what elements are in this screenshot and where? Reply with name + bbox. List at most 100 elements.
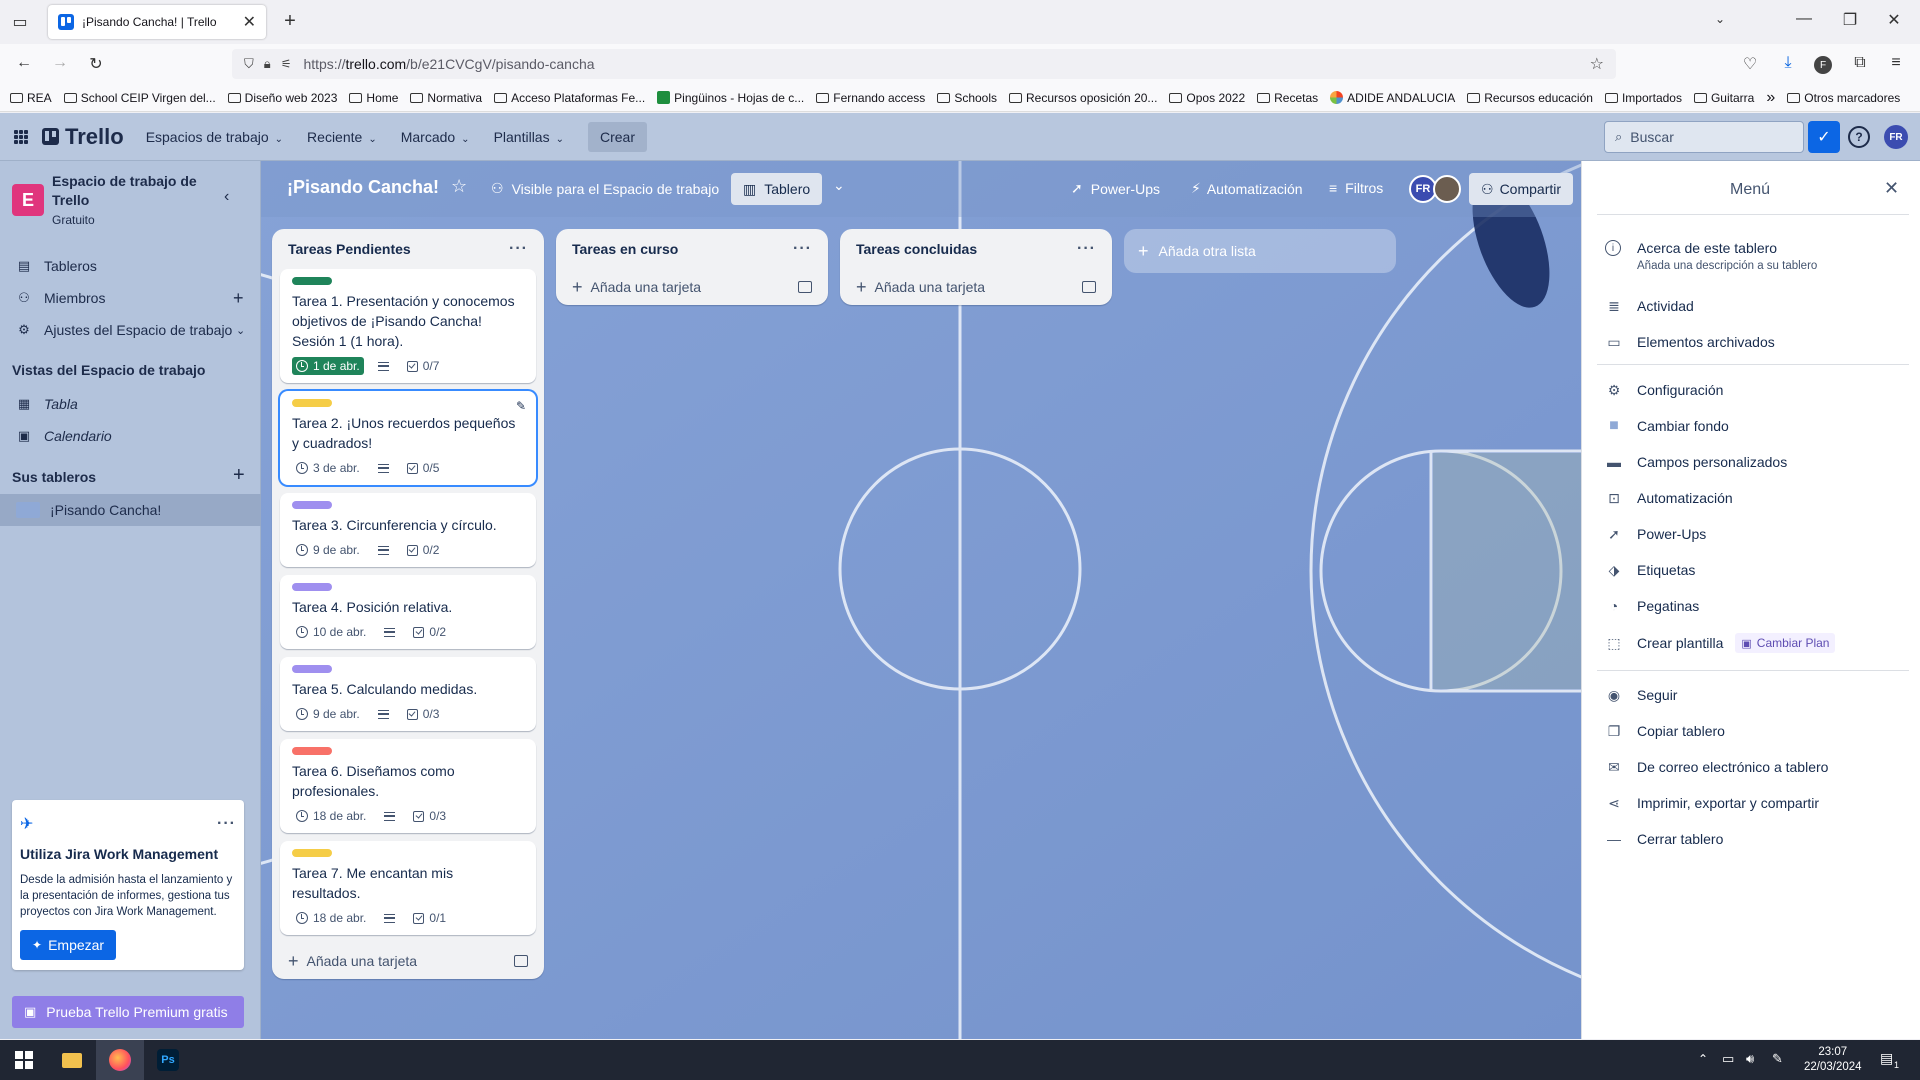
search-input[interactable]: ⌕ Buscar	[1604, 121, 1804, 153]
bookmark-item[interactable]: Acceso Plataformas Fe...	[494, 91, 645, 105]
bookmark-item[interactable]: Recursos oposición 20...	[1009, 91, 1157, 105]
menu-about-board[interactable]: i Acerca de este tablero Añada una descr…	[1605, 238, 1905, 280]
card-label[interactable]	[292, 583, 332, 591]
add-card-button[interactable]: + Añada una tarjeta	[272, 943, 544, 979]
user-avatar[interactable]: FR	[1884, 125, 1908, 149]
add-list-button[interactable]: + Añada otra lista	[1124, 229, 1396, 273]
upgrade-badge[interactable]: ▣ Cambiar Plan	[1735, 633, 1836, 653]
bookmark-item[interactable]: Recetas	[1257, 91, 1318, 105]
list-options-icon[interactable]: ···	[793, 240, 812, 258]
header-menu-1[interactable]: Reciente ⌄	[307, 129, 377, 145]
chevron-down-icon[interactable]: ⌄	[236, 324, 245, 337]
due-date-badge[interactable]: 9 de abr.	[292, 541, 364, 559]
menu-create-template[interactable]: ⬚ Crear plantilla ▣ Cambiar Plan	[1605, 625, 1905, 661]
menu-item-email[interactable]: ✉ De correo electrónico a tablero	[1605, 749, 1905, 785]
bookmark-item[interactable]: REA	[10, 91, 52, 105]
bookmark-item[interactable]: Pingüinos - Hojas de c...	[657, 91, 804, 105]
help-icon[interactable]: ?	[1848, 126, 1870, 148]
app-menu-icon[interactable]: ≡	[1882, 54, 1910, 72]
bookmark-item[interactable]: Guitarra	[1693, 91, 1754, 105]
menu-item-gear[interactable]: ⚙ Configuración	[1605, 372, 1905, 408]
menu-item-minus[interactable]: — Cerrar tablero	[1605, 821, 1905, 857]
sidebar-view-calendario[interactable]: ▣ Calendario	[0, 420, 261, 452]
filters-button[interactable]: ≡ Filtros	[1329, 180, 1383, 196]
card-label[interactable]	[292, 399, 332, 407]
bookmark-item[interactable]: Schools	[937, 91, 997, 105]
bookmark-item[interactable]: Fernando access	[816, 91, 925, 105]
card[interactable]: Tarea 3. Circunferencia y círculo. 9 de a…	[280, 493, 536, 567]
new-tab-icon[interactable]: +	[276, 10, 304, 33]
trello-logo[interactable]: Trello	[42, 124, 124, 150]
card[interactable]: Tarea 7. Me encantan mis resultados. 18 d…	[280, 841, 536, 935]
menu-item-sticker[interactable]: ◔ Pegatinas	[1605, 588, 1905, 624]
menu-item-rocket[interactable]: ➚ Power-Ups	[1605, 516, 1905, 552]
header-menu-2[interactable]: Marcado ⌄	[401, 129, 470, 145]
card[interactable]: Tarea 2. ¡Unos recuerdos pequeños y cuad…	[280, 391, 536, 485]
clock[interactable]: 23:07 22/03/2024	[1804, 1045, 1862, 1075]
notifications-icon[interactable]: ✓	[1808, 121, 1840, 153]
due-date-badge[interactable]: 18 de abr.	[292, 807, 370, 825]
browser-tab[interactable]: ¡Pisando Cancha! | Trello ✕	[48, 5, 266, 39]
due-date-badge[interactable]: 1 de abr.	[292, 357, 364, 375]
tab-list-icon[interactable]: ▭	[6, 12, 34, 32]
menu-item-automation[interactable]: ⊡ Automatización	[1605, 480, 1905, 516]
sidebar-item-miembros[interactable]: ⚇ Miembros +	[0, 282, 261, 314]
card[interactable]: Tarea 6. Diseñamos como profesionales. 18…	[280, 739, 536, 833]
close-menu-icon[interactable]: ✕	[1884, 178, 1899, 199]
back-icon[interactable]: ←	[10, 54, 38, 72]
card[interactable]: Tarea 5. Calculando medidas. 9 de abr. 0/3	[280, 657, 536, 731]
edit-pencil-icon[interactable]: ✎	[516, 399, 526, 413]
view-switcher-chevron-icon[interactable]: ⌄	[833, 177, 845, 194]
star-icon[interactable]: ☆	[451, 176, 467, 197]
volume-icon[interactable]: 🔊︎	[1746, 1051, 1754, 1067]
bookmark-item[interactable]: Importados	[1604, 91, 1682, 105]
member-photo-avatar[interactable]	[1433, 175, 1461, 203]
menu-item-custom-fields[interactable]: ▬ Campos personalizados	[1605, 444, 1905, 480]
menu-item-archive[interactable]: ▭ Elementos archivados	[1605, 324, 1905, 360]
sidebar-item-tableros[interactable]: ▤ Tableros	[0, 250, 261, 282]
network-icon[interactable]: ▭	[1722, 1051, 1734, 1067]
forward-icon[interactable]: →	[46, 54, 74, 72]
card[interactable]: Tarea 4. Posición relativa. 10 de abr. 0/2	[280, 575, 536, 649]
template-icon[interactable]	[1082, 281, 1096, 293]
due-date-badge[interactable]: 3 de abr.	[292, 459, 364, 477]
list-options-icon[interactable]: ···	[1077, 240, 1096, 258]
bookmark-item[interactable]: School CEIP Virgen del...	[63, 91, 216, 105]
due-date-badge[interactable]: 9 de abr.	[292, 705, 364, 723]
menu-item-activity[interactable]: ≣ Actividad	[1605, 288, 1905, 324]
add-member-icon[interactable]: +	[233, 288, 244, 309]
workspace-name[interactable]: Espacio de trabajo de Trello	[52, 172, 202, 210]
card-label[interactable]	[292, 665, 332, 673]
list-options-icon[interactable]: ···	[509, 240, 528, 258]
bookmark-item[interactable]: Normativa	[410, 91, 482, 105]
add-board-icon[interactable]: +	[233, 464, 245, 487]
list-all-tabs-icon[interactable]: ⌄	[1706, 12, 1734, 26]
start-button[interactable]: ✦ Empezar	[20, 930, 117, 960]
collapse-sidebar-icon[interactable]: ‹	[224, 188, 229, 206]
automation-button[interactable]: ⚡ Automatización	[1191, 180, 1303, 197]
close-tab-icon[interactable]: ✕	[243, 12, 256, 32]
tray-chevron-icon[interactable]: ⌃	[1698, 1052, 1708, 1066]
url-text[interactable]: https://trello.com/b/e21CVCgV/pisando-ca…	[303, 56, 1589, 72]
add-card-button[interactable]: + Añada una tarjeta	[840, 269, 1112, 305]
other-bookmarks[interactable]: Otros marcadores	[1787, 91, 1900, 105]
powerups-button[interactable]: ➚ Power-Ups	[1071, 180, 1160, 197]
url-bar[interactable]: ⛉ 🔒︎ ⚟ https://trello.com/b/e21CVCgV/pis…	[232, 49, 1616, 79]
header-menu-3[interactable]: Plantillas ⌄	[494, 129, 564, 145]
restore-icon[interactable]: ❐	[1836, 10, 1864, 30]
firefox-icon[interactable]	[96, 1040, 144, 1080]
bookmark-item[interactable]: Diseño web 2023	[227, 91, 337, 105]
list-title[interactable]: Tareas concluidas	[856, 241, 977, 257]
menu-item-eye[interactable]: ◉ Seguir	[1605, 677, 1905, 713]
close-window-icon[interactable]: ✕	[1880, 10, 1908, 30]
share-button[interactable]: ⚇ Compartir	[1469, 173, 1574, 205]
menu-item-share[interactable]: ⋖ Imprimir, exportar y compartir	[1605, 785, 1905, 821]
sidebar-view-tabla[interactable]: ▦ Tabla	[0, 388, 261, 420]
downloads-icon[interactable]: ⤓	[1774, 54, 1802, 72]
bookmarks-overflow-icon[interactable]: »	[1766, 89, 1775, 107]
list-title[interactable]: Tareas Pendientes	[288, 241, 411, 257]
bookmark-item[interactable]: Home	[349, 91, 398, 105]
card-label[interactable]	[292, 277, 332, 285]
reload-icon[interactable]: ↻	[82, 54, 110, 74]
pen-icon[interactable]: ✎	[1772, 1051, 1783, 1067]
